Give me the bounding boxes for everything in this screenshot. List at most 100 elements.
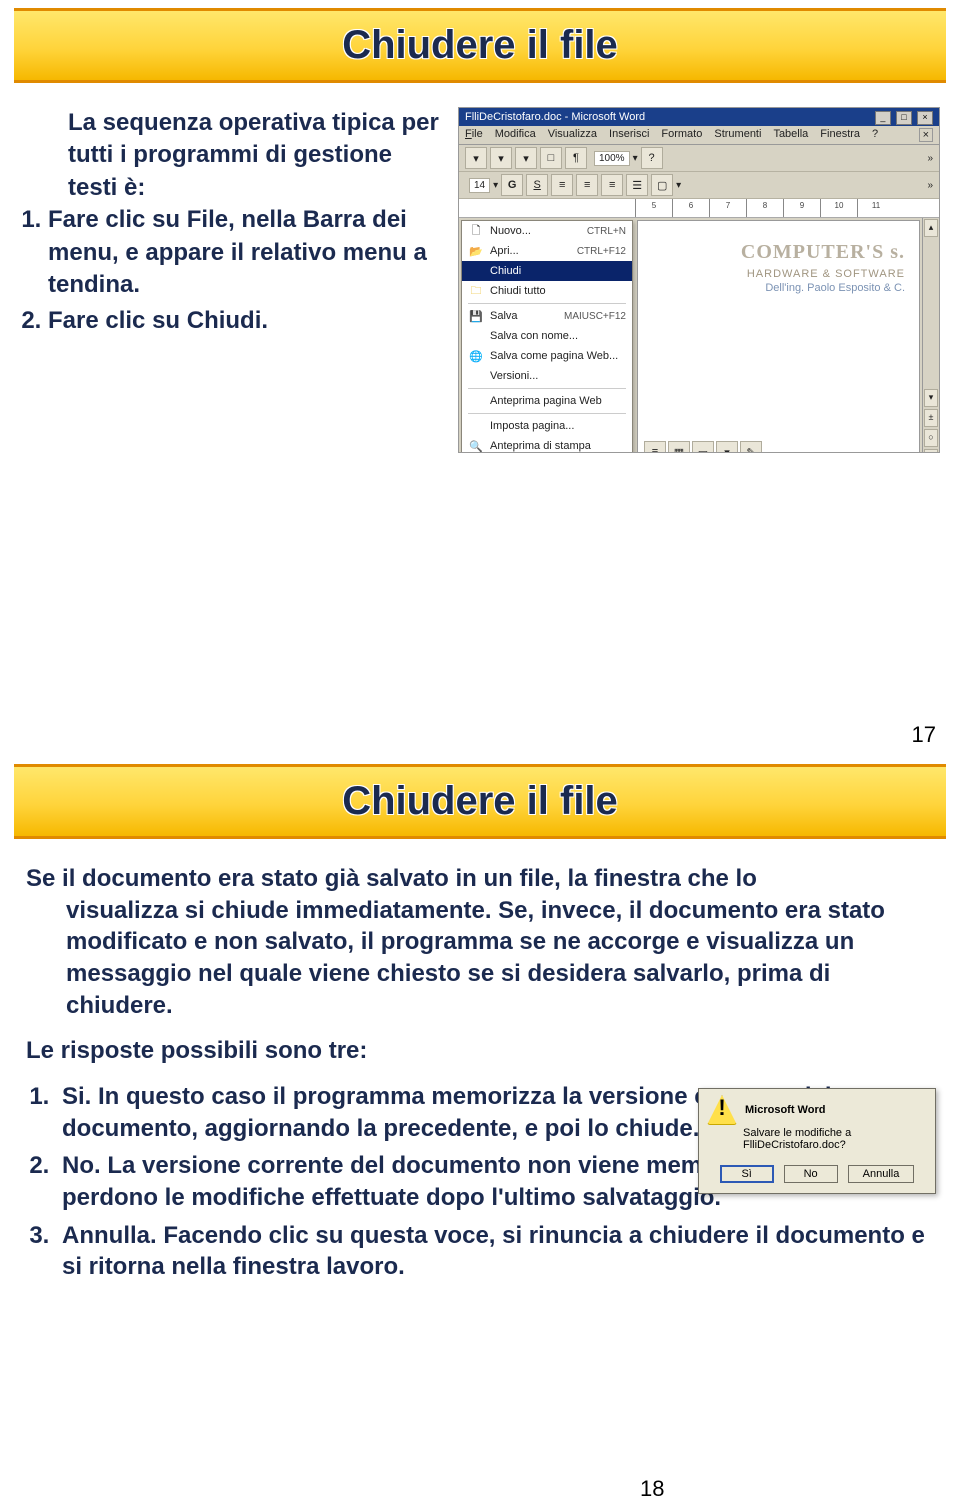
toolbar-btn[interactable]: ≡ [644, 441, 666, 453]
ruler-tick: 6 [672, 199, 709, 217]
align-center-icon[interactable]: ≡ [576, 174, 598, 196]
scroll-down-icon[interactable]: ▾ [924, 389, 938, 407]
prev-page-icon[interactable]: ± [924, 409, 938, 427]
document-content: COMPUTER'S s. HARDWARE & SOFTWARE Dell'i… [638, 221, 919, 314]
bold-button: G [501, 174, 523, 196]
blank-icon [468, 328, 484, 344]
warning-icon: ! [707, 1095, 737, 1125]
paragraph-icon[interactable]: ¶ [565, 147, 587, 169]
doc-sub: HARDWARE & SOFTWARE [652, 268, 905, 280]
overflow-icon[interactable]: » [927, 180, 933, 191]
slide-18: Chiudere il file Se il documento era sta… [0, 764, 960, 1512]
menu-inserisci[interactable]: Inserisci [609, 128, 649, 142]
blank-icon [468, 263, 484, 279]
align-left-icon[interactable]: ≡ [551, 174, 573, 196]
align-justify-icon[interactable]: ≡ [601, 174, 623, 196]
menu-chiudi-tutto[interactable]: 🗀Chiudi tutto [462, 281, 632, 301]
toolbar-btn[interactable]: ▾ [465, 147, 487, 169]
help-icon[interactable]: ? [641, 147, 663, 169]
menu-salva-nome[interactable]: Salva con nome... [462, 326, 632, 346]
fontsize-dropdown-icon[interactable]: ▾ [493, 180, 498, 191]
save-icon: 💾 [468, 308, 484, 324]
answer-annulla: Annulla. Facendo clic su questa voce, si… [56, 1220, 934, 1283]
alert-title: Microsoft Word [745, 1104, 825, 1116]
menu-file[interactable]: File [465, 128, 483, 142]
next-page-icon[interactable]: ∓ [924, 449, 938, 453]
toolbar-btn[interactable]: ▾ [490, 147, 512, 169]
toolbar-row-1: ▾ ▾ ▾ □ ¶ 100% ▾ ? » [459, 145, 939, 172]
menu-anteprima-stampa[interactable]: 🔍Anteprima di stampa [462, 436, 632, 453]
toolbar-btn[interactable]: ▾ [716, 441, 738, 453]
page-number: 17 [912, 722, 936, 748]
menu-finestra[interactable]: Finestra [820, 128, 860, 142]
menu-separator [468, 303, 626, 304]
blank-icon [468, 418, 484, 434]
ruler: 5 6 7 8 9 10 11 [459, 199, 939, 218]
toolbar-btn[interactable]: ✎ [740, 441, 762, 453]
workarea: 🗋Nuovo...CTRL+N 📂Apri...CTRL+F12 Chiudi … [459, 218, 939, 453]
menu-versioni[interactable]: Versioni... [462, 366, 632, 386]
maximize-icon[interactable]: □ [896, 111, 912, 125]
menu-strumenti[interactable]: Strumenti [714, 128, 761, 142]
window-buttons: _ □ × [873, 108, 933, 126]
intro-text: La sequenza operativa tipica per tutti i… [20, 107, 442, 204]
vertical-scrollbar[interactable]: ▴ ▾ ± ○ ∓ [922, 218, 939, 453]
menu-nuovo[interactable]: 🗋Nuovo...CTRL+N [462, 221, 632, 241]
doc-sub2: Dell'ing. Paolo Esposito & C. [652, 282, 905, 294]
page-number: 18 [640, 1476, 664, 1502]
menu-anteprima-web[interactable]: Anteprima pagina Web [462, 391, 632, 411]
dropdown-icon[interactable]: ▾ [676, 180, 681, 191]
toolbar-btn[interactable]: ▦ [668, 441, 690, 453]
title-banner: Chiudere il file [14, 764, 946, 839]
menu-separator [468, 413, 626, 414]
menu-imposta[interactable]: Imposta pagina... [462, 416, 632, 436]
fontsize-box[interactable]: 14 [469, 178, 490, 193]
step-2: Fare clic su Chiudi. [48, 305, 442, 337]
folder-icon: 🗀 [468, 283, 484, 299]
toolbar-btn[interactable]: ▭ [692, 441, 714, 453]
menu-help[interactable]: ? [872, 128, 878, 142]
menu-modifica[interactable]: Modifica [495, 128, 536, 142]
toolbar-btn[interactable]: ▾ [515, 147, 537, 169]
underline-button: S [526, 174, 548, 196]
open-icon: 📂 [468, 243, 484, 259]
steps-list: Fare clic su File, nella Barra dei menu,… [20, 204, 442, 338]
zoom-dropdown-icon[interactable]: ▾ [633, 153, 638, 164]
blank-icon [468, 393, 484, 409]
zoom-box[interactable]: 100% [594, 151, 630, 166]
border-icon[interactable]: ▢ [651, 174, 673, 196]
close-icon[interactable]: × [917, 111, 933, 125]
doc-heading: COMPUTER'S s. [652, 241, 905, 264]
list-icon[interactable]: ☰ [626, 174, 648, 196]
menu-formato[interactable]: Formato [661, 128, 702, 142]
preview-icon: 🔍 [468, 438, 484, 453]
slide1-body: La sequenza operativa tipica per tutti i… [0, 107, 960, 453]
menu-chiudi[interactable]: Chiudi [462, 261, 632, 281]
mini-toolbar: ≡ ▦ ▭ ▾ ✎ [644, 441, 762, 453]
scroll-up-icon[interactable]: ▴ [924, 219, 938, 237]
alert-no-button[interactable]: No [784, 1165, 838, 1183]
step-1: Fare clic su File, nella Barra dei menu,… [48, 204, 442, 301]
menu-tabella[interactable]: Tabella [773, 128, 808, 142]
menu-salva[interactable]: 💾SalvaMAIUSC+F12 [462, 306, 632, 326]
browse-object-icon[interactable]: ○ [924, 429, 938, 447]
toolbar-btn[interactable]: □ [540, 147, 562, 169]
alert-si-button[interactable]: Sì [720, 1165, 774, 1183]
alert-message: Salvare le modifiche a FlliDeCristofaro.… [699, 1127, 935, 1159]
toolbar-row-2: 14 ▾ G S ≡ ≡ ≡ ☰ ▢ ▾ » [459, 172, 939, 199]
new-icon: 🗋 [468, 223, 484, 239]
ruler-tick: 8 [746, 199, 783, 217]
menubar-close-icon[interactable]: × [919, 128, 933, 142]
minimize-icon[interactable]: _ [875, 111, 891, 125]
text-column: La sequenza operativa tipica per tutti i… [20, 107, 442, 453]
menu-apri[interactable]: 📂Apri...CTRL+F12 [462, 241, 632, 261]
document-area: COMPUTER'S s. HARDWARE & SOFTWARE Dell'i… [637, 220, 920, 453]
ruler-tick: 7 [709, 199, 746, 217]
menu-visualizza[interactable]: Visualizza [548, 128, 597, 142]
alert-annulla-button[interactable]: Annulla [848, 1165, 915, 1183]
overflow-icon[interactable]: » [927, 153, 933, 164]
alert-buttons: Sì No Annulla [699, 1159, 935, 1193]
save-alert-dialog: ! Microsoft Word Salvare le modifiche a … [698, 1088, 936, 1194]
menubar: File Modifica Visualizza Inserisci Forma… [459, 126, 939, 145]
menu-salva-web[interactable]: 🌐Salva come pagina Web... [462, 346, 632, 366]
